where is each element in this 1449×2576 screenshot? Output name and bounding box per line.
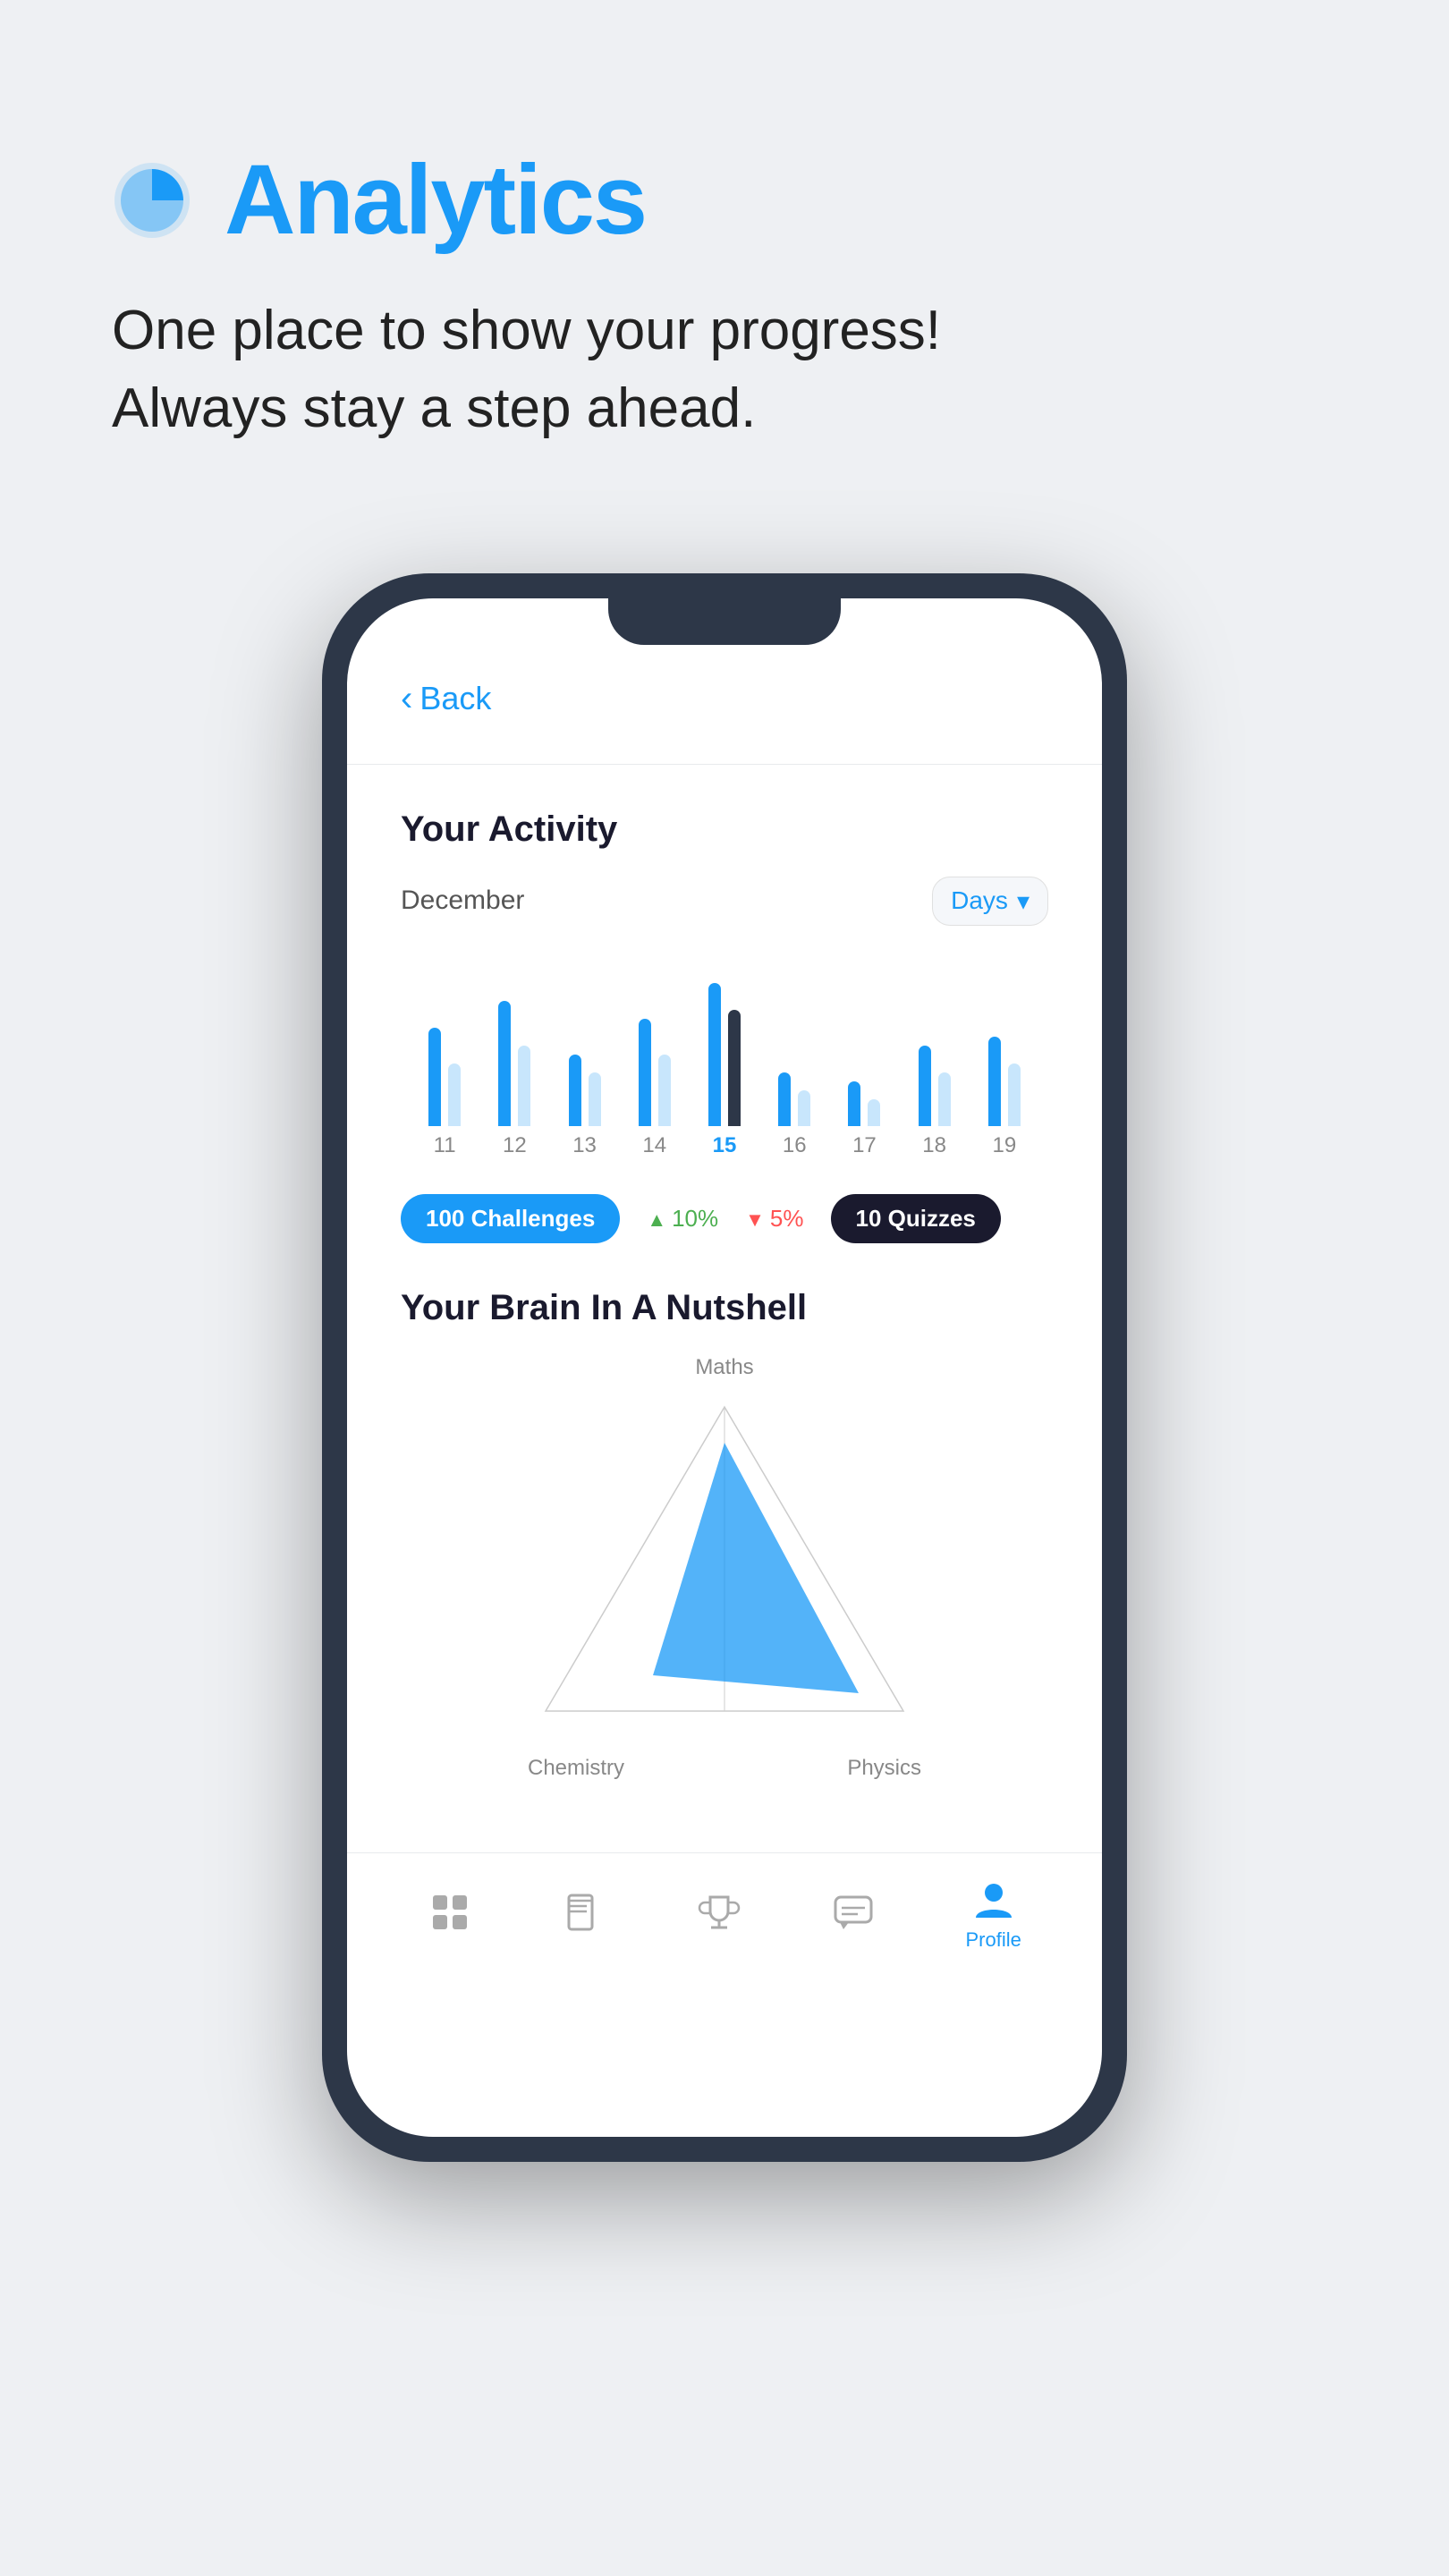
quizzes-badge: 10 Quizzes [831, 1194, 1001, 1243]
radar-chart: Maths [401, 1355, 1048, 1781]
back-button[interactable]: ‹ Back [401, 679, 1048, 719]
back-label: Back [419, 680, 491, 717]
nav-item-trophy[interactable] [697, 1890, 741, 1940]
activity-section: Your Activity December Days ▾ [401, 809, 1048, 1243]
bar-right-17 [868, 1099, 880, 1126]
bar-left-15 [708, 983, 721, 1126]
chat-icon [831, 1890, 876, 1935]
phone-outer: ‹ Back Your Activity December Days ▾ [322, 573, 1127, 2162]
bar-label-12: 12 [503, 1133, 527, 1158]
bar-label-19: 19 [993, 1133, 1017, 1158]
chevron-left-icon: ‹ [401, 679, 412, 719]
bar-group-15: 15 [708, 965, 741, 1158]
bar-group-13: 13 [569, 965, 601, 1158]
bar-right-15 [728, 1010, 741, 1126]
brain-section: Your Brain In A Nutshell Maths [401, 1288, 1048, 1781]
stats-row: 100 Challenges 10% 5% 10 Quizzes [401, 1194, 1048, 1243]
book-icon [562, 1890, 606, 1935]
nav-item-home[interactable] [428, 1890, 472, 1940]
phone-notch [608, 598, 841, 645]
nav-label-profile: Profile [965, 1928, 1021, 1952]
bar-label-16: 16 [783, 1133, 807, 1158]
bar-label-13: 13 [572, 1133, 597, 1158]
bar-label-14: 14 [642, 1133, 666, 1158]
radar-label-physics: Physics [847, 1756, 921, 1781]
bar-right-13 [589, 1072, 601, 1126]
bar-left-14 [639, 1019, 651, 1126]
days-selector[interactable]: Days ▾ [932, 877, 1048, 926]
bar-group-16: 16 [778, 965, 810, 1158]
stat-up: 10% [647, 1205, 718, 1233]
bar-left-12 [498, 1001, 511, 1126]
radar-label-maths: Maths [695, 1355, 753, 1380]
days-label: Days [951, 886, 1008, 915]
page-title: Analytics [225, 143, 646, 257]
radar-svg [528, 1389, 921, 1747]
divider [347, 764, 1102, 765]
nav-item-chat[interactable] [831, 1890, 876, 1940]
bar-right-11 [448, 1063, 461, 1126]
bar-group-17: 17 [848, 965, 880, 1158]
bar-label-11: 11 [434, 1133, 456, 1158]
phone-screen: ‹ Back Your Activity December Days ▾ [347, 598, 1102, 2137]
home-icon [428, 1890, 472, 1935]
phone-mockup: ‹ Back Your Activity December Days ▾ [0, 573, 1449, 2162]
bar-label-15: 15 [713, 1133, 737, 1158]
header-subtitle: One place to show your progress! Always … [112, 292, 1337, 448]
bar-left-17 [848, 1081, 860, 1126]
bar-right-19 [1008, 1063, 1021, 1126]
bar-left-13 [569, 1055, 581, 1126]
arrow-up-icon [647, 1205, 666, 1233]
bar-right-18 [938, 1072, 951, 1126]
bottom-nav: Profile [347, 1852, 1102, 1996]
bar-chart: 11 12 [401, 962, 1048, 1158]
bar-left-16 [778, 1072, 791, 1126]
arrow-down-icon [745, 1205, 765, 1233]
trophy-icon [697, 1890, 741, 1935]
profile-icon [971, 1878, 1016, 1923]
bar-right-14 [658, 1055, 671, 1126]
bar-right-12 [518, 1046, 530, 1126]
chevron-down-icon: ▾ [1017, 886, 1030, 916]
bar-right-16 [798, 1090, 810, 1126]
bar-left-11 [428, 1028, 441, 1126]
bar-group-12: 12 [498, 965, 530, 1158]
radar-labels-bottom: Chemistry Physics [528, 1756, 921, 1781]
bar-group-14: 14 [639, 965, 671, 1158]
activity-header: December Days ▾ [401, 877, 1048, 926]
activity-title: Your Activity [401, 809, 1048, 850]
radar-label-chemistry: Chemistry [528, 1756, 624, 1781]
analytics-pie-icon [112, 160, 192, 241]
nav-item-book[interactable] [562, 1890, 606, 1940]
bar-label-17: 17 [852, 1133, 877, 1158]
bar-label-18: 18 [922, 1133, 946, 1158]
challenges-badge: 100 Challenges [401, 1194, 620, 1243]
title-row: Analytics [112, 143, 1337, 257]
bar-group-19: 19 [988, 965, 1021, 1158]
stat-down: 5% [745, 1205, 803, 1233]
bar-group-11: 11 [428, 965, 461, 1158]
bar-group-18: 18 [919, 965, 951, 1158]
bar-left-18 [919, 1046, 931, 1126]
brain-title: Your Brain In A Nutshell [401, 1288, 1048, 1328]
header-section: Analytics One place to show your progres… [0, 0, 1449, 502]
bar-left-19 [988, 1037, 1001, 1126]
month-label: December [401, 886, 524, 916]
nav-item-profile[interactable]: Profile [965, 1878, 1021, 1952]
